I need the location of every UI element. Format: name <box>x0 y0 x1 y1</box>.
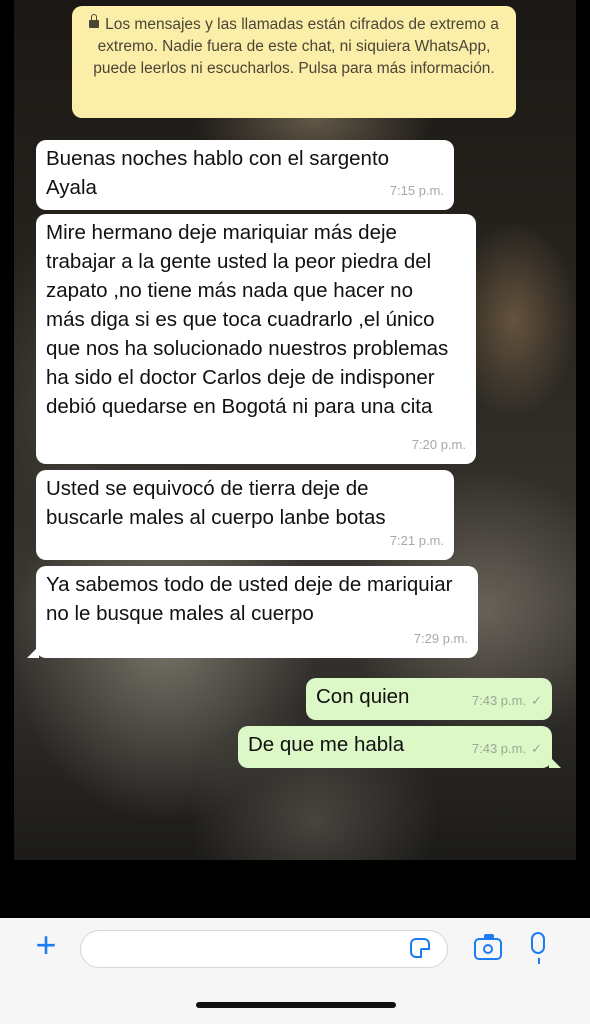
lock-icon <box>89 14 100 28</box>
message-time: 7:21 p.m. <box>389 533 444 548</box>
message-time: 7:43 p.m. <box>471 741 527 756</box>
message-bubble-incoming[interactable]: Mire hermano deje mariquiar más deje tra… <box>36 214 476 464</box>
encryption-notice-text: Los mensajes y las llamadas están cifrad… <box>93 16 499 77</box>
message-bubble-outgoing[interactable]: De que me habla 7:43 p.m. ✓ <box>238 726 561 768</box>
message-text: Mire hermano deje mariquiar más deje tra… <box>46 221 449 418</box>
message-time: 7:43 p.m. <box>471 693 527 708</box>
message-bubble-incoming[interactable]: Ya sabemos todo de usted deje de mariqui… <box>27 566 478 658</box>
message-time-group: 7:43 p.m. ✓ <box>472 734 542 763</box>
message-bubble-incoming[interactable]: Buenas noches hablo con el sargento Ayal… <box>36 140 454 210</box>
message-bubble-outgoing[interactable]: Con quien 7:43 p.m. ✓ <box>306 678 552 720</box>
bubble-tail <box>549 756 561 768</box>
message-input[interactable] <box>80 930 448 968</box>
sticker-icon[interactable] <box>410 938 430 958</box>
read-tick-icon: ✓ <box>531 741 542 756</box>
home-indicator[interactable] <box>196 1002 396 1008</box>
message-text: Ya sabemos todo de usted deje de mariqui… <box>46 573 453 625</box>
camera-icon[interactable] <box>474 934 502 960</box>
message-time: 7:29 p.m. <box>413 631 468 646</box>
message-time: 7:20 p.m. <box>411 437 466 452</box>
read-tick-icon: ✓ <box>531 693 542 708</box>
bubble-tail <box>27 646 39 658</box>
encryption-notice[interactable]: Los mensajes y las llamadas están cifrad… <box>72 6 516 118</box>
message-text: Buenas noches hablo con el sargento Ayal… <box>46 147 390 199</box>
chat-screen: Los mensajes y las llamadas están cifrad… <box>0 0 590 1024</box>
message-time-group: 7:43 p.m. ✓ <box>472 686 542 715</box>
microphone-icon[interactable] <box>531 932 545 964</box>
message-bubble-incoming[interactable]: Usted se equivocó de tierra deje de busc… <box>36 470 454 560</box>
message-text: Usted se equivocó de tierra deje de busc… <box>46 477 386 529</box>
message-time: 7:15 p.m. <box>389 183 444 198</box>
plus-icon[interactable]: + <box>28 927 64 964</box>
